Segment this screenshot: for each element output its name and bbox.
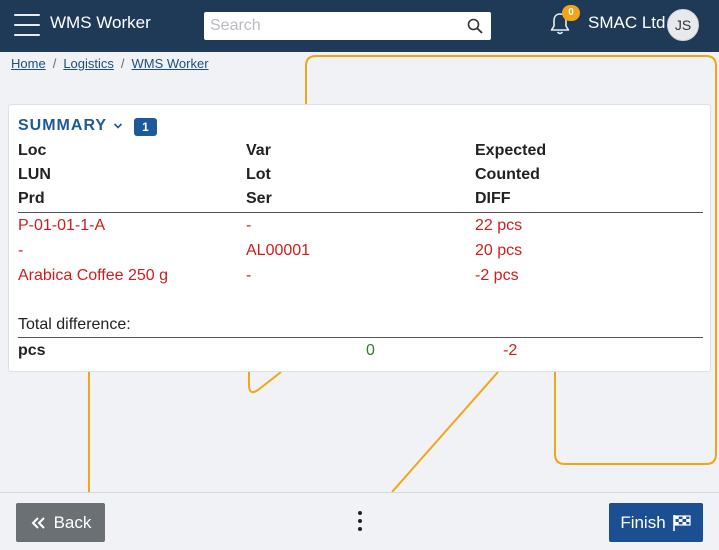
header-divider <box>18 212 703 213</box>
search-icon[interactable] <box>467 18 483 34</box>
cell-prd: Arabica Coffee 250 g <box>18 267 169 284</box>
cell-loc: P-01-01-1-A <box>18 217 106 234</box>
total-unit: pcs <box>18 342 46 359</box>
top-bar: WMS Worker 0 SMAC Ltd JS <box>0 0 719 52</box>
double-chevron-left-icon <box>31 516 45 529</box>
company-name[interactable]: SMAC Ltd <box>588 13 665 33</box>
header-prd: Prd <box>18 190 45 207</box>
total-difference-label: Total difference: <box>18 316 131 333</box>
notification-badge: 0 <box>562 5 580 21</box>
header-ser: Ser <box>246 190 272 207</box>
cell-lun: - <box>18 242 24 259</box>
header-expected: Expected <box>475 142 547 159</box>
total-positive: 0 <box>366 342 375 359</box>
more-options-icon[interactable] <box>350 507 370 535</box>
footer-bar: Back Finish <box>0 492 719 550</box>
cell-expected: 22 pcs <box>475 217 523 234</box>
back-button[interactable]: Back <box>16 503 105 542</box>
menu-icon[interactable] <box>14 14 40 36</box>
header-lot: Lot <box>246 166 271 183</box>
cell-ser: - <box>246 267 252 284</box>
finish-button-label: Finish <box>620 512 666 532</box>
summary-count-badge: 1 <box>134 118 157 136</box>
chevron-down-icon <box>114 123 123 129</box>
cell-var: - <box>246 217 252 234</box>
breadcrumb-wms-worker[interactable]: WMS Worker <box>132 56 209 71</box>
summary-toggle[interactable]: SUMMARY <box>18 117 123 135</box>
summary-card: SUMMARY 1 Loc LUN Prd Var Lot Ser Expect… <box>8 104 711 372</box>
total-negative: -2 <box>503 342 518 359</box>
app-title: WMS Worker <box>50 13 151 32</box>
header-var: Var <box>246 142 271 159</box>
search-box[interactable] <box>204 12 491 40</box>
breadcrumb-logistics[interactable]: Logistics <box>63 56 114 71</box>
cell-counted: 20 pcs <box>475 242 523 259</box>
header-loc: Loc <box>18 142 47 159</box>
search-input[interactable] <box>204 13 454 39</box>
avatar[interactable]: JS <box>667 9 699 41</box>
breadcrumb-separator: / <box>120 56 125 71</box>
breadcrumb-separator: / <box>52 56 57 71</box>
header-diff: DIFF <box>475 190 511 207</box>
breadcrumb: Home / Logistics / WMS Worker <box>11 56 209 71</box>
checkered-flag-icon <box>672 514 691 531</box>
header-counted: Counted <box>475 166 540 183</box>
back-button-label: Back <box>53 512 92 532</box>
summary-title: SUMMARY <box>18 117 108 134</box>
total-divider <box>18 337 703 338</box>
finish-button[interactable]: Finish <box>609 503 703 542</box>
cell-lot: AL00001 <box>246 242 311 259</box>
header-lun: LUN <box>18 166 51 183</box>
cell-diff: -2 pcs <box>475 267 519 284</box>
breadcrumb-home[interactable]: Home <box>11 56 46 71</box>
